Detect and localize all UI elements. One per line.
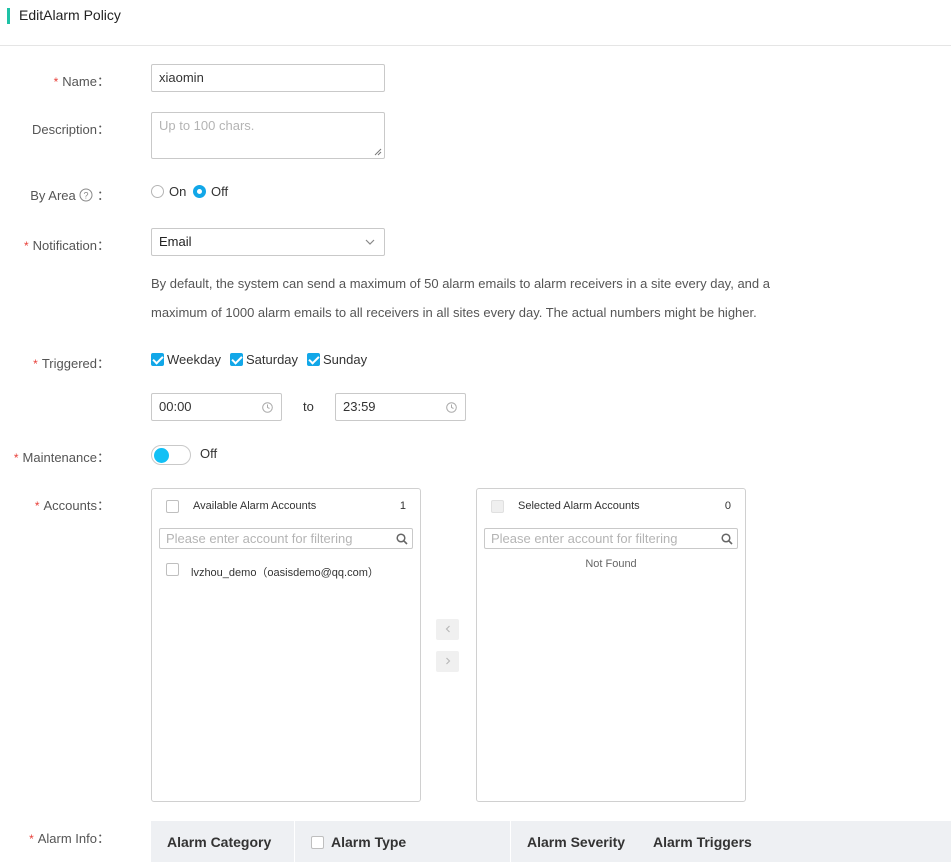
selected-accounts-panel: Selected Alarm Accounts 0 Please enter a… (476, 488, 746, 802)
column-alarm-category: Alarm Category (167, 834, 272, 850)
time-range-to-label: to (303, 399, 314, 414)
alarm-info-label: * Alarm Info： (29, 831, 110, 846)
saturday-label: Saturday (246, 352, 299, 367)
notification-note-line1: By default, the system can send a maximu… (151, 276, 770, 291)
notification-note-line2: maximum of 1000 alarm emails to all rece… (151, 305, 757, 320)
maintenance-state: Off (200, 446, 218, 461)
selected-filter-input[interactable]: Please enter account for filtering (484, 528, 738, 549)
end-time-input[interactable]: 23:59 (335, 393, 466, 421)
weekday-label: Weekday (167, 352, 221, 367)
sunday-label: Sunday (323, 352, 368, 367)
move-left-button[interactable] (436, 619, 459, 640)
required-asterisk: * (29, 832, 34, 846)
search-icon (721, 533, 733, 545)
selected-accounts-title: Selected Alarm Accounts (518, 500, 640, 512)
description-textarea[interactable]: Up to 100 chars. (151, 112, 385, 159)
search-icon (396, 533, 408, 545)
column-alarm-triggers: Alarm Triggers (653, 834, 752, 850)
notification-label: * Notification： (24, 238, 110, 253)
required-asterisk: * (24, 239, 29, 253)
name-input[interactable]: xiaomin (151, 64, 385, 92)
page-header (0, 0, 951, 46)
page-title: EditAlarm Policy (19, 7, 121, 23)
weekday-checkbox[interactable] (151, 353, 164, 366)
column-divider (510, 821, 511, 862)
by-area-on-label: On (169, 184, 187, 199)
alarm-info-table-header: Alarm Category Alarm Type Alarm Severity… (151, 821, 951, 862)
column-alarm-type: Alarm Type (331, 834, 407, 850)
notification-select[interactable]: Email (151, 228, 385, 256)
toggle-knob (154, 448, 169, 463)
account-item-checkbox[interactable] (166, 563, 179, 576)
select-all-alarm-types-checkbox[interactable] (311, 836, 324, 849)
chevron-down-icon (365, 239, 375, 245)
clock-icon (262, 402, 273, 413)
clock-icon (446, 402, 457, 413)
required-asterisk: * (34, 499, 40, 513)
select-all-selected-checkbox[interactable] (491, 500, 504, 513)
accounts-label: * Accounts： (34, 498, 110, 513)
select-all-available-checkbox[interactable] (166, 500, 179, 513)
saturday-checkbox[interactable] (230, 353, 243, 366)
selected-accounts-count: 0 (724, 500, 731, 512)
description-label: Description： (31, 122, 110, 137)
by-area-off-radio[interactable] (193, 185, 206, 198)
empty-state-text: Not Found (585, 558, 637, 570)
account-item-label[interactable]: lvzhou_demo（oasisdemo@qq.com） (191, 564, 379, 580)
by-area-off-label: Off (211, 184, 229, 199)
triggered-label: * Triggered： (33, 356, 110, 371)
column-divider (294, 821, 295, 862)
start-time-input[interactable]: 00:00 (151, 393, 282, 421)
available-accounts-title: Available Alarm Accounts (193, 500, 317, 512)
help-icon[interactable]: ? (79, 188, 93, 202)
resize-grip-icon[interactable] (374, 148, 382, 156)
name-label: * Name： (53, 74, 110, 89)
required-asterisk: * (53, 75, 59, 89)
by-area-label: By Area ? ： (30, 188, 110, 203)
title-accent-bar (7, 8, 10, 24)
chevron-right-icon (445, 657, 450, 665)
sunday-checkbox[interactable] (307, 353, 320, 366)
maintenance-label: * Maintenance： (13, 450, 110, 465)
available-accounts-count: 1 (399, 500, 406, 512)
required-asterisk: * (33, 357, 38, 371)
svg-text:?: ? (84, 191, 89, 201)
available-accounts-panel: Available Alarm Accounts 1 Please enter … (151, 488, 421, 802)
maintenance-toggle[interactable] (151, 445, 191, 465)
available-filter-input[interactable]: Please enter account for filtering (159, 528, 413, 549)
column-alarm-severity: Alarm Severity (527, 834, 626, 850)
required-asterisk: * (13, 451, 19, 465)
by-area-on-radio[interactable] (151, 185, 164, 198)
move-right-button[interactable] (436, 651, 459, 672)
chevron-left-icon (445, 625, 450, 633)
